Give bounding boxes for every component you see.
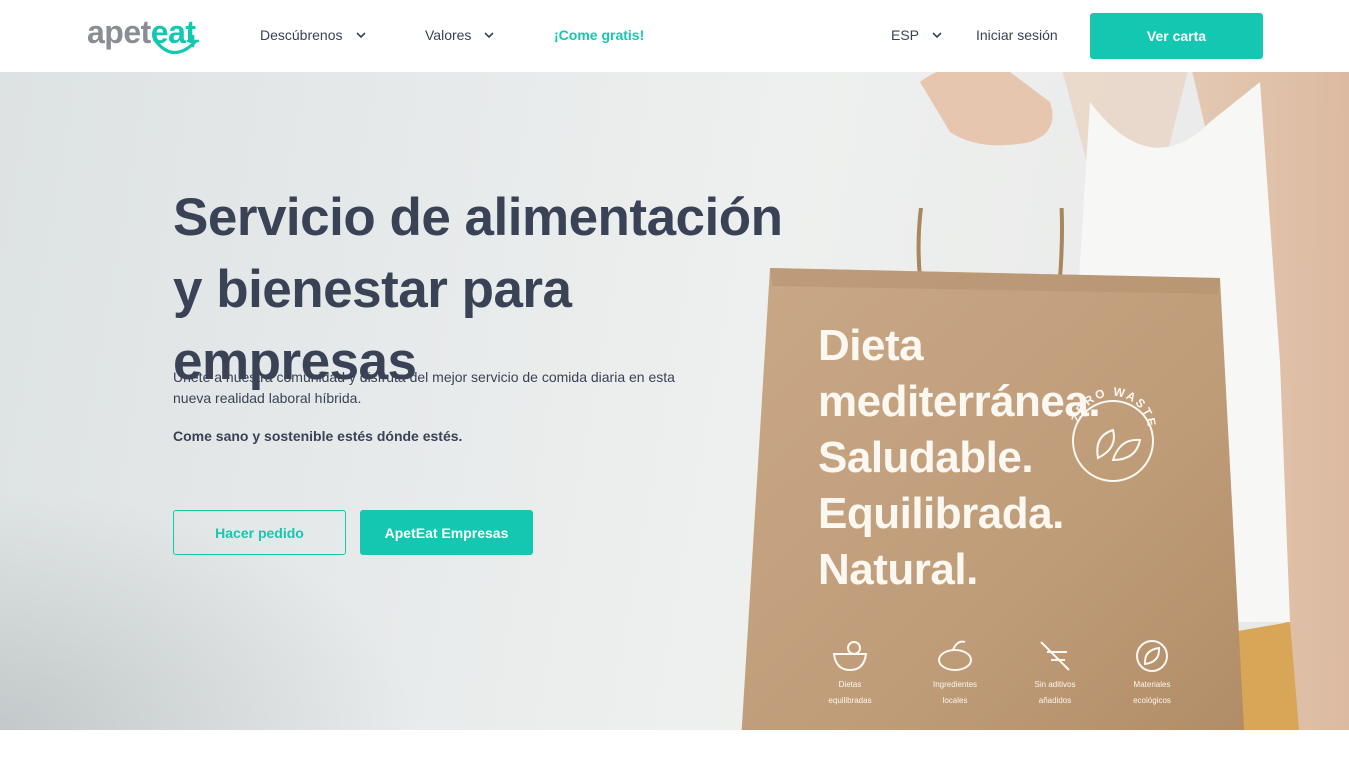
site-header: apeteat Descúbrenos Valores ¡Come gratis… [0, 0, 1349, 72]
language-selector[interactable]: ESP [891, 24, 943, 46]
ver-carta-button[interactable]: Ver carta [1090, 13, 1263, 59]
feature-label: añadidos [1038, 696, 1072, 705]
hero-section: Dieta mediterránea. Saludable. Equilibra… [0, 72, 1349, 730]
apeteat-logo[interactable]: apeteat [87, 12, 205, 58]
feature-sin-aditivos: Sin aditivos añadidos [1015, 638, 1095, 706]
chevron-down-icon [484, 32, 495, 39]
hero-title: Servicio de alimentación y bienestar par… [173, 188, 783, 391]
nav-come-gratis[interactable]: ¡Come gratis! [554, 24, 644, 46]
leaf-icon [1136, 640, 1168, 672]
bag-text-line: Saludable. [818, 433, 1034, 482]
language-label: ESP [891, 27, 920, 43]
svg-text:ZERO WASTE: ZERO WASTE [1068, 385, 1159, 430]
chevron-down-icon [355, 32, 366, 39]
bag-text-line: Dieta [818, 321, 924, 370]
chevron-down-icon [932, 32, 942, 39]
feature-dietas: Dietas equilibradas [810, 638, 890, 706]
nav-valores[interactable]: Valores [425, 24, 495, 46]
login-link[interactable]: Iniciar sesión [976, 24, 1058, 46]
apeteat-empresas-button[interactable]: ApetEat Empresas [360, 510, 533, 555]
no-additives-icon [1040, 641, 1070, 671]
feature-label: Ingredientes [932, 680, 978, 689]
feature-label: Dietas [838, 680, 862, 689]
smile-icon [153, 34, 200, 55]
login-label: Iniciar sesión [976, 27, 1058, 43]
nav-come-gratis-label: ¡Come gratis! [554, 27, 645, 43]
paper-bag: Dieta mediterránea. Saludable. Equilibra… [740, 208, 1260, 730]
bag-text-line: Natural. [818, 545, 978, 594]
zero-waste-text: ZERO WASTE [1068, 385, 1157, 430]
feature-materiales: Materiales ecológicos [1112, 638, 1192, 706]
feature-ingredientes: Ingredientes locales [915, 638, 995, 706]
hero-tagline: Come sano y sostenible estés dónde estés… [173, 428, 463, 444]
nav-descubrenos[interactable]: Descúbrenos [260, 24, 367, 46]
bag-text-line: Equilibrada. [818, 489, 1064, 538]
feature-label: Sin aditivos [1034, 680, 1076, 689]
nav-valores-label: Valores [425, 27, 472, 43]
hacer-pedido-button[interactable]: Hacer pedido [173, 510, 346, 555]
bag-features: Dietas equilibradas Ingredientes locales… [810, 638, 1210, 728]
feature-label: equilibradas [828, 696, 872, 705]
zero-waste-badge: ZERO WASTE [1068, 385, 1159, 482]
nav-descubrenos-label: Descúbrenos [260, 27, 343, 43]
feature-label: Materiales [1133, 680, 1171, 689]
feature-label: ecológicos [1133, 696, 1171, 705]
hero-subtitle: Únete a nuestra comunidad y disfruta del… [173, 369, 675, 406]
feature-label: locales [942, 696, 968, 705]
vegetables-icon [938, 640, 972, 671]
bowl-icon [832, 641, 868, 672]
